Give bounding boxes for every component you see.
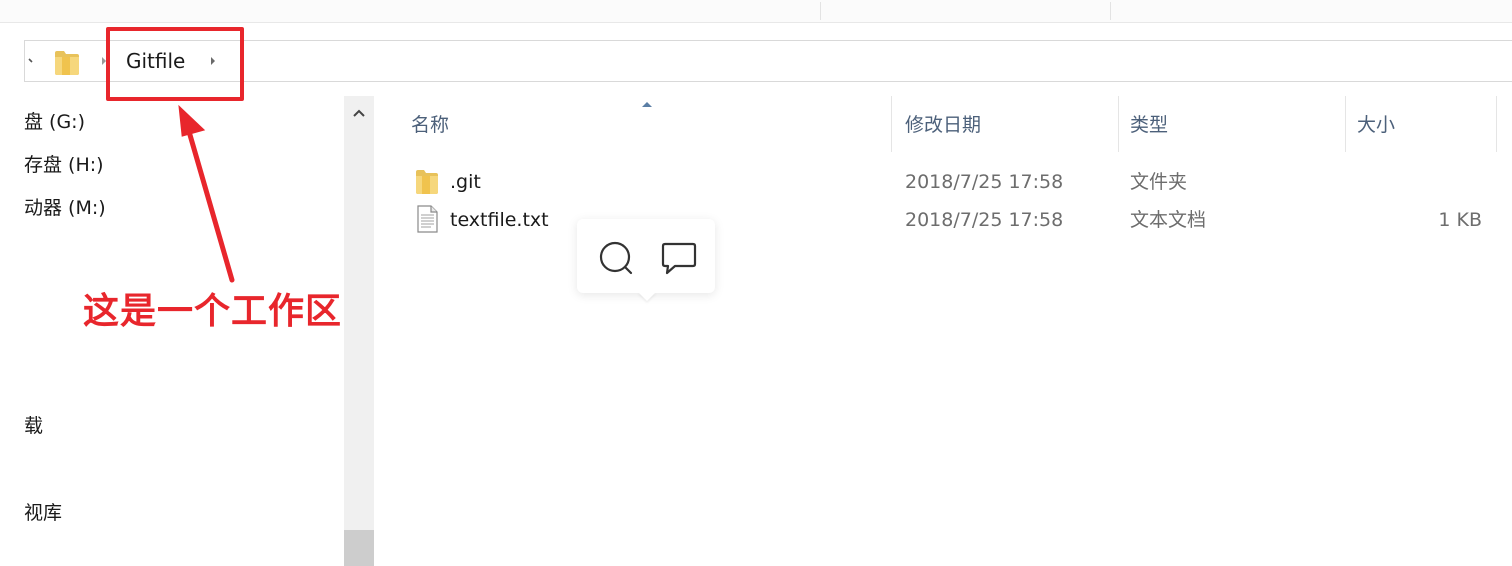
file-size: 1 KB <box>1438 209 1482 231</box>
up-arrow-icon[interactable] <box>27 53 39 67</box>
address-bar[interactable]: Gitfile <box>24 40 1512 82</box>
file-type: 文件夹 <box>1130 171 1188 193</box>
annotation-highlight-box <box>106 27 244 101</box>
scroll-thumb[interactable] <box>344 530 374 566</box>
column-header-name[interactable]: 名称 <box>411 112 449 138</box>
file-modified: 2018/7/25 17:58 <box>905 209 1064 231</box>
nav-item-drive-h[interactable]: 存盘 (H:) <box>24 153 104 177</box>
annotation-label: 这是一个工作区 <box>83 291 343 332</box>
column-divider[interactable] <box>1118 96 1119 152</box>
search-button[interactable] <box>596 238 636 278</box>
search-icon <box>599 241 633 275</box>
nav-item-downloads[interactable]: 载 <box>24 414 43 438</box>
sort-ascending-icon <box>642 102 652 107</box>
file-row-textfile[interactable]: textfile.txt 2018/7/25 17:58 文本文档 1 KB <box>374 202 1512 238</box>
file-name[interactable]: textfile.txt <box>450 208 549 232</box>
scroll-up-icon[interactable] <box>352 108 366 118</box>
nav-item-drive-g[interactable]: 盘 (G:) <box>24 110 85 134</box>
text-file-icon <box>417 205 438 233</box>
column-divider[interactable] <box>1345 96 1346 152</box>
column-header-modified[interactable]: 修改日期 <box>905 112 981 138</box>
comment-icon <box>661 242 697 275</box>
annotation-arrow <box>178 104 235 283</box>
column-divider[interactable] <box>891 96 892 152</box>
nav-scrollbar[interactable] <box>344 96 374 566</box>
column-divider[interactable] <box>1496 96 1497 152</box>
folder-icon <box>55 51 79 75</box>
file-list: 名称 修改日期 类型 大小 .git 2018/7/25 17:58 文件夹 t… <box>374 96 1512 566</box>
file-modified: 2018/7/25 17:58 <box>905 171 1064 193</box>
file-name[interactable]: .git <box>450 170 481 194</box>
ribbon-divider <box>1110 2 1111 20</box>
column-header-type[interactable]: 类型 <box>1130 112 1168 138</box>
file-row-git[interactable]: .git 2018/7/25 17:58 文件夹 <box>374 164 1512 200</box>
ribbon-strip <box>0 0 1512 23</box>
nav-item-video-library[interactable]: 视库 <box>24 501 62 525</box>
comment-button[interactable] <box>659 238 699 278</box>
file-type: 文本文档 <box>1130 209 1207 231</box>
folder-icon <box>416 170 438 194</box>
column-header-size[interactable]: 大小 <box>1357 112 1395 138</box>
toolbar-pointer <box>638 292 656 301</box>
ribbon-divider <box>820 2 821 20</box>
explorer-window: Gitfile 盘 (G:) 存盘 (H:) 动器 (M:) 载 视库 名称 修… <box>0 0 1512 566</box>
floating-toolbar <box>577 219 715 301</box>
nav-item-drive-m[interactable]: 动器 (M:) <box>24 196 106 220</box>
